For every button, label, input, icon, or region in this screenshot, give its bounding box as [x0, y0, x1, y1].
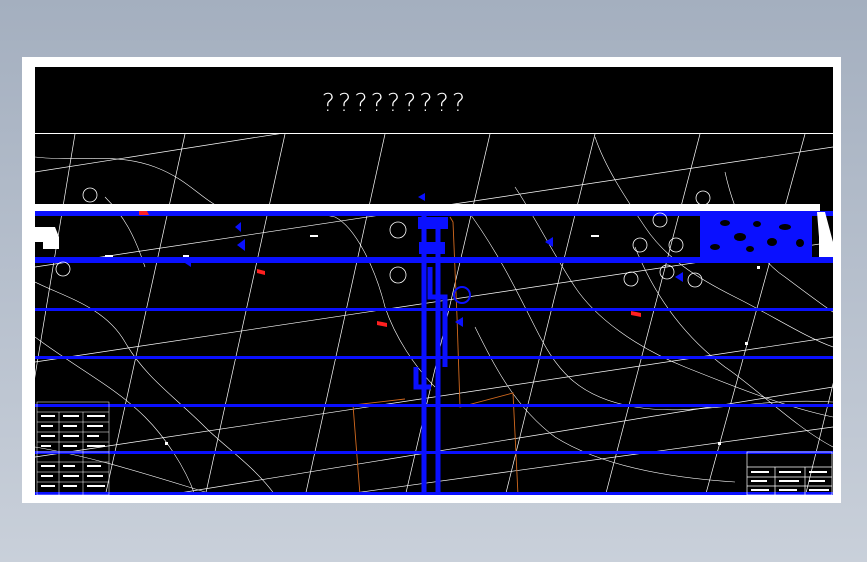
end-marker-left [35, 227, 59, 249]
cad-viewer-window: { "drawing": { "title": "?????????" }, "… [0, 0, 867, 562]
title-block [746, 451, 833, 495]
survey-points [55, 187, 711, 288]
cad-drawing-canvas[interactable] [35, 67, 833, 495]
contour-lines [35, 136, 833, 495]
model-space-viewport[interactable]: ????????? [35, 67, 833, 495]
grid-tick-labels [105, 235, 760, 445]
junction-well [418, 217, 448, 229]
junction-box [419, 242, 445, 254]
coordinate-grid [35, 134, 833, 495]
title-block-text-marks [751, 471, 829, 491]
hatched-building [700, 211, 812, 257]
drawing-sheet: ????????? [22, 57, 841, 503]
end-marker-right [817, 212, 833, 257]
